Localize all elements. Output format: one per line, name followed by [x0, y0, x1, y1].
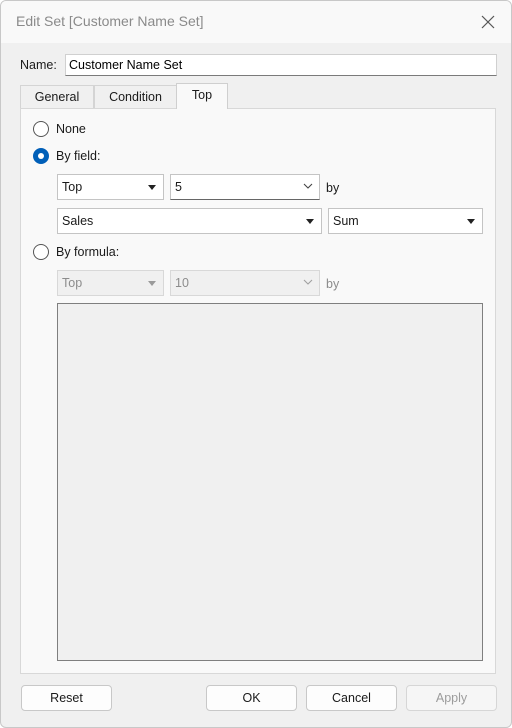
none-label: None [56, 122, 86, 136]
none-radio[interactable] [33, 121, 49, 137]
reset-button[interactable]: Reset [21, 685, 112, 711]
by-formula-direction-select: Top [57, 270, 164, 296]
dropdown-arrow-icon [148, 281, 156, 286]
by-field-aggregation-select[interactable]: Sum [328, 208, 483, 234]
close-icon [481, 15, 495, 29]
by-field-direction-select[interactable]: Top [57, 174, 164, 200]
dropdown-arrow-icon [467, 219, 475, 224]
by-formula-radio[interactable] [33, 244, 49, 260]
by-field-by-label: by [326, 181, 340, 195]
by-field-direction-value: Top [62, 180, 83, 194]
dialog-title: Edit Set [Customer Name Set] [16, 13, 204, 29]
chevron-down-icon [303, 183, 313, 189]
by-field-label: By field: [56, 149, 101, 163]
ok-button[interactable]: OK [206, 685, 297, 711]
by-field-field-select[interactable]: Sales [57, 208, 322, 234]
name-label: Name: [20, 58, 57, 72]
chevron-down-icon [303, 279, 313, 285]
by-field-aggregation-value: Sum [333, 214, 359, 228]
tab-top[interactable]: Top [176, 83, 228, 109]
formula-text-area [57, 303, 483, 661]
cancel-button[interactable]: Cancel [306, 685, 397, 711]
by-field-count-value: 5 [175, 180, 182, 194]
tab-general[interactable]: General [20, 85, 94, 108]
by-field-radio[interactable] [33, 148, 49, 164]
name-input[interactable] [65, 54, 497, 76]
dropdown-arrow-icon [306, 219, 314, 224]
dropdown-arrow-icon [148, 185, 156, 190]
close-button[interactable] [477, 11, 499, 33]
by-formula-count-value: 10 [175, 276, 189, 290]
by-formula-label: By formula: [56, 245, 120, 259]
apply-button: Apply [406, 685, 497, 711]
by-field-field-value: Sales [62, 214, 94, 228]
edit-set-dialog: Edit Set [Customer Name Set] Name: Gener… [0, 0, 512, 728]
by-formula-direction-value: Top [62, 276, 83, 290]
tab-condition[interactable]: Condition [94, 85, 177, 108]
by-formula-count-combo: 10 [170, 270, 320, 296]
by-formula-by-label: by [326, 277, 340, 291]
title-bar: Edit Set [Customer Name Set] [1, 1, 511, 43]
by-field-count-combo[interactable]: 5 [170, 174, 320, 200]
